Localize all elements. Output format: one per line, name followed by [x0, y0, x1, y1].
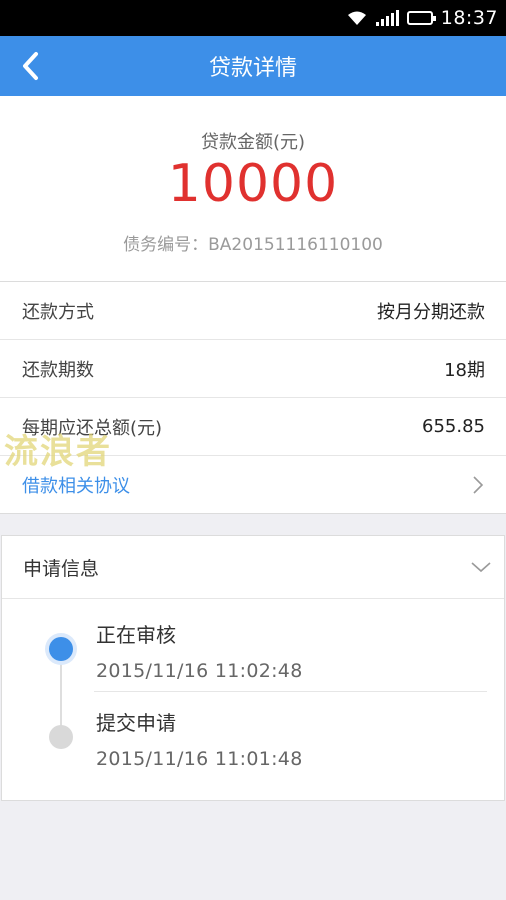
agreement-link-label: 借款相关协议 — [22, 475, 130, 497]
debt-number: 债务编号：BA20151116110100 — [123, 235, 383, 255]
detail-value: 655.85 — [422, 416, 485, 437]
status-time: 18:37 — [440, 7, 498, 29]
detail-label: 还款方式 — [22, 301, 94, 323]
step-time: 2015/11/16 11:02:48 — [96, 660, 303, 682]
loan-summary: 贷款金额(元) 10000 债务编号：BA20151116110100 — [0, 96, 506, 282]
detail-row-periods: 还款期数 18期 — [0, 340, 506, 398]
status-bar: 18:37 — [0, 0, 506, 36]
amount-label: 贷款金额(元) — [200, 132, 306, 153]
timeline-step: 提交申请 2015/11/16 11:01:48 — [96, 707, 303, 770]
divider — [94, 691, 487, 692]
step-name: 正在审核 — [96, 623, 176, 647]
timeline-step: 正在审核 2015/11/16 11:02:48 — [96, 619, 303, 682]
page-title: 贷款详情 — [208, 56, 297, 81]
step-name: 提交申请 — [96, 711, 176, 735]
signal-icon — [375, 10, 399, 26]
apply-info-header[interactable]: 申请信息 — [2, 536, 504, 599]
detail-row-repayment-method: 还款方式 按月分期还款 — [0, 282, 506, 340]
detail-value: 按月分期还款 — [377, 301, 485, 323]
wifi-icon — [346, 10, 368, 26]
battery-icon — [406, 11, 436, 25]
chevron-right-icon — [473, 475, 484, 494]
back-button[interactable] — [14, 50, 46, 82]
apply-info-card: 申请信息 正在审核 2015/11/16 11:02:48 提交申请 2015/… — [1, 535, 505, 801]
chevron-left-icon — [23, 52, 38, 80]
detail-label: 还款期数 — [22, 359, 94, 381]
step-dot — [49, 725, 73, 749]
apply-info-title: 申请信息 — [23, 557, 100, 580]
step-time: 2015/11/16 11:01:48 — [96, 748, 303, 770]
step-dot-active — [49, 637, 73, 661]
status-timeline: 正在审核 2015/11/16 11:02:48 提交申请 2015/11/16… — [2, 599, 504, 801]
watermark: 流浪者 — [4, 432, 112, 472]
detail-value: 18期 — [444, 359, 485, 381]
nav-bar: 贷款详情 — [0, 36, 506, 96]
loan-details: 还款方式 按月分期还款 还款期数 18期 每期应还总额(元) 655.85 借款… — [0, 282, 506, 514]
loan-amount: 10000 — [167, 154, 339, 214]
chevron-down-icon — [471, 562, 491, 573]
